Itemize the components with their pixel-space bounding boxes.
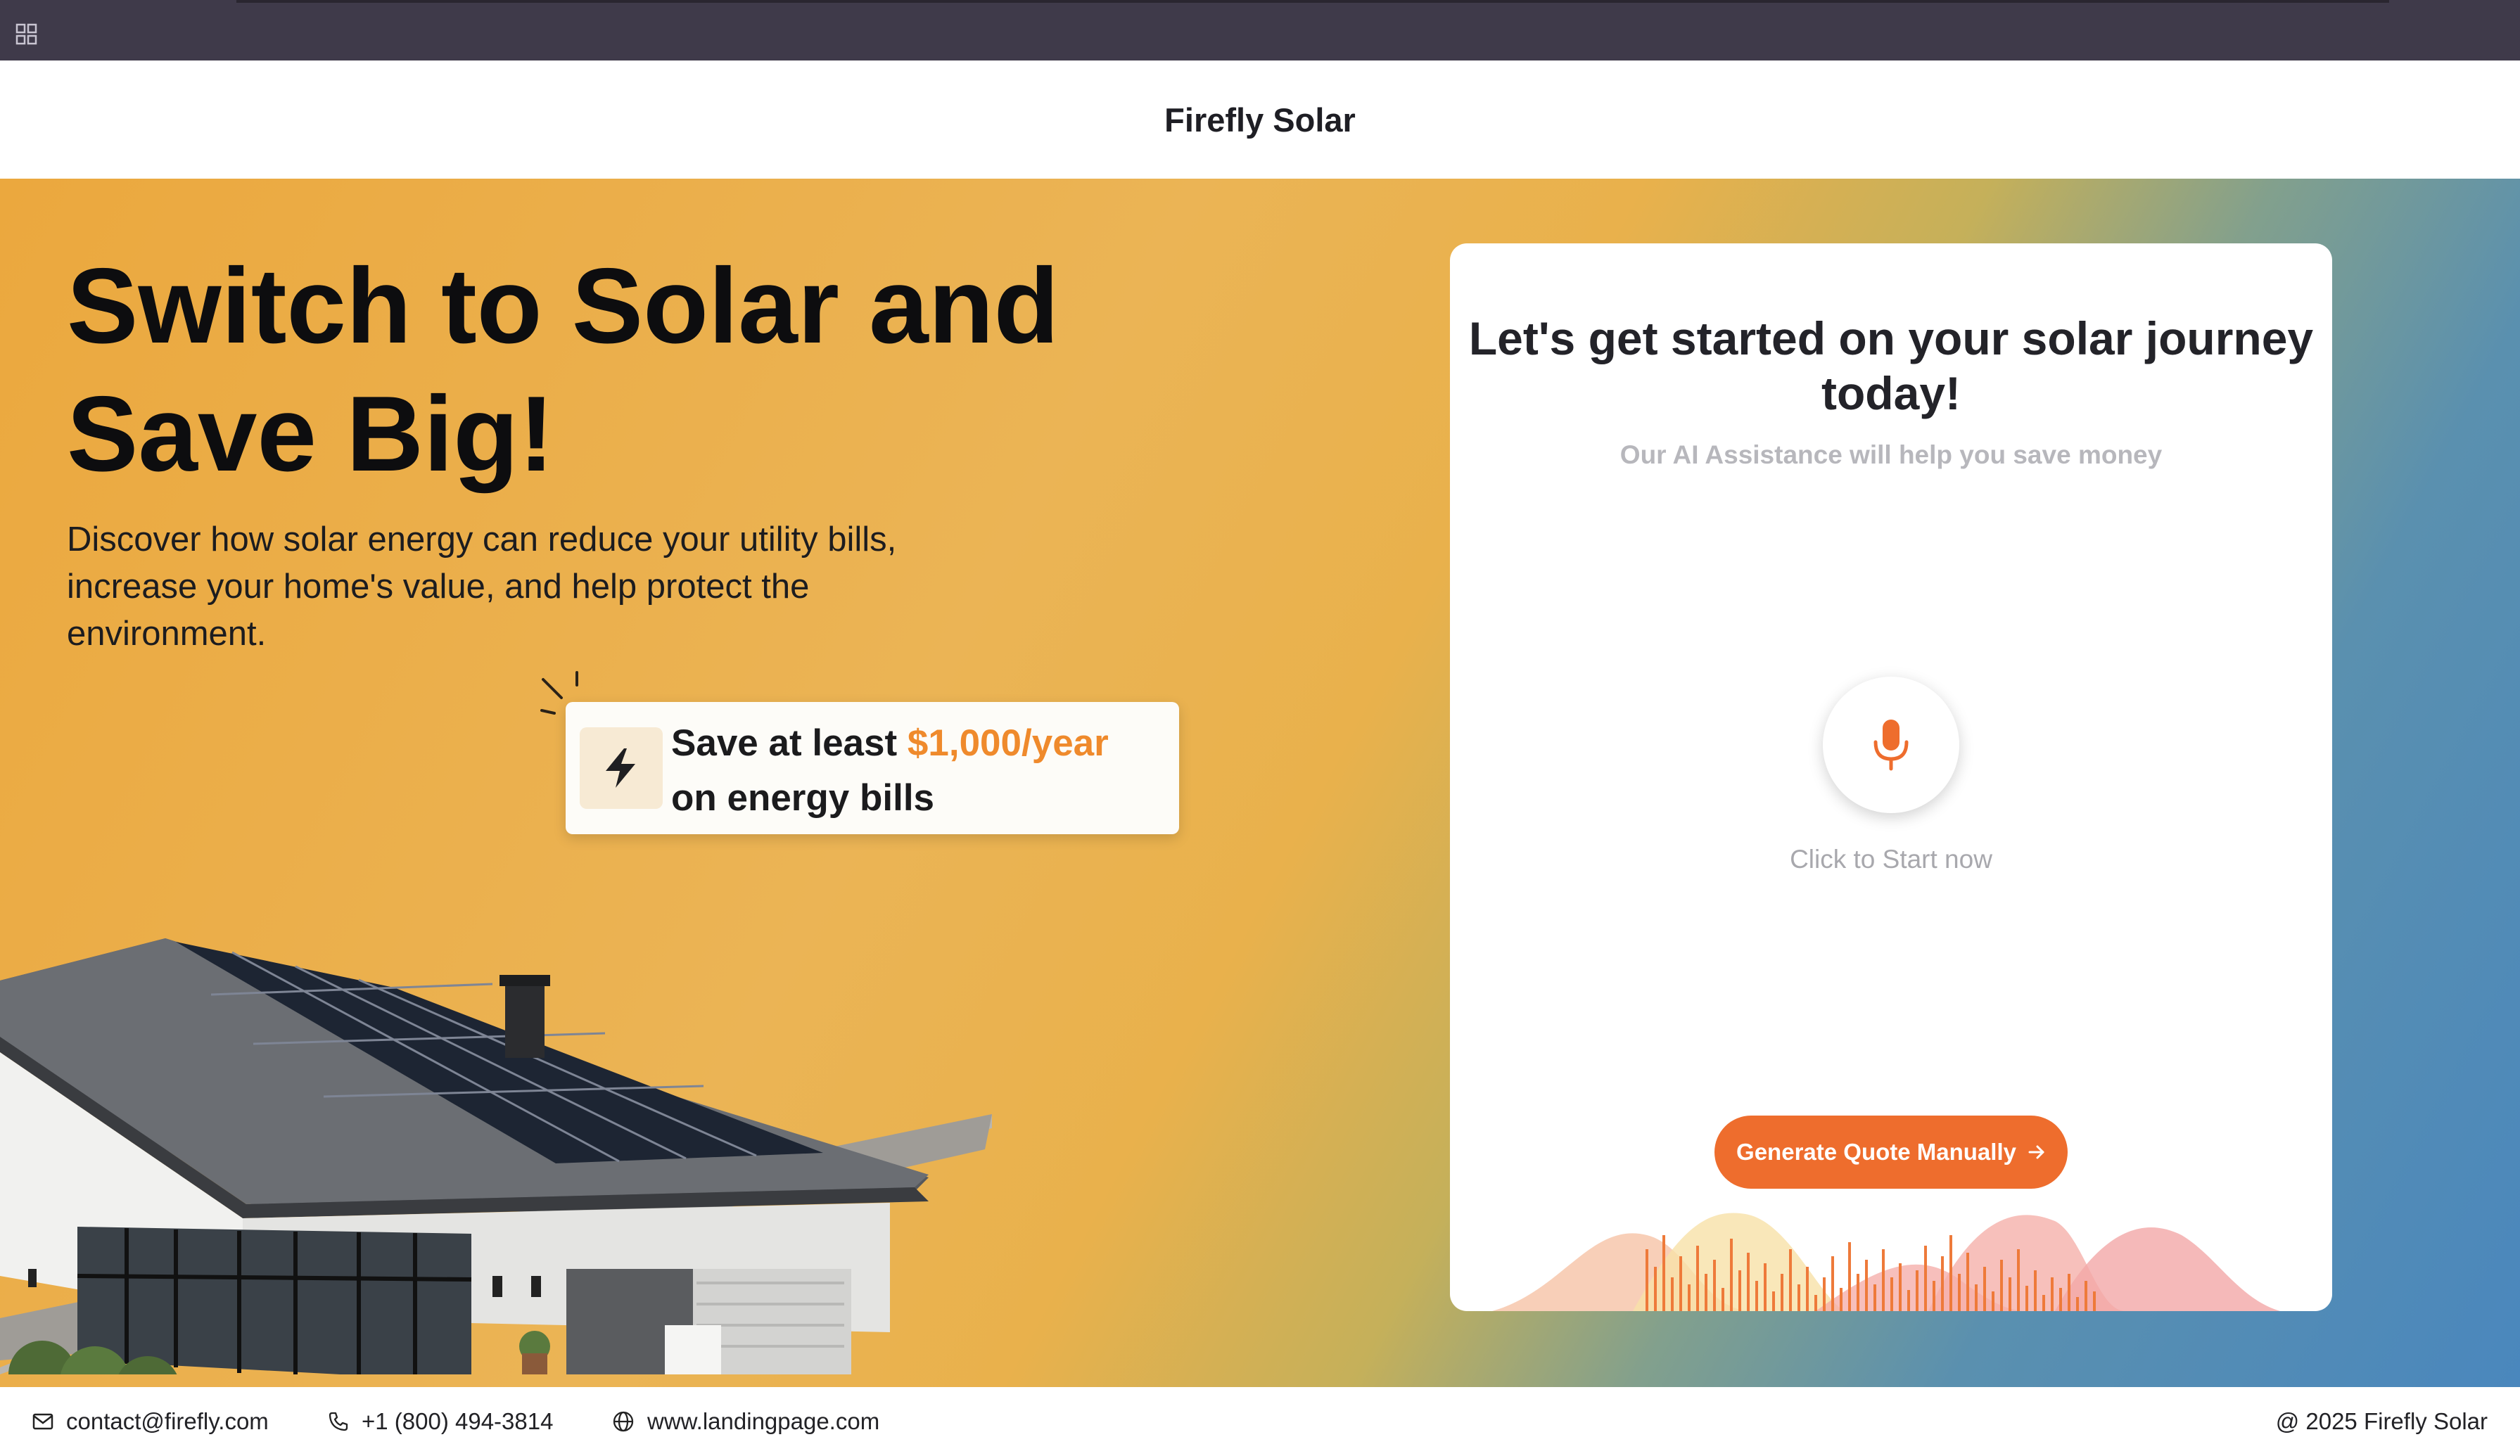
grid-icon[interactable] — [15, 23, 38, 46]
footer-website-text: www.landingpage.com — [647, 1408, 880, 1434]
top-bar — [0, 0, 2520, 60]
phone-icon — [329, 1412, 348, 1431]
hero-subtitle: Discover how solar energy can reduce you… — [67, 521, 897, 653]
card-subtitle: Our AI Assistance will help you save mon… — [1619, 440, 2163, 469]
microphone-button[interactable] — [1823, 677, 1959, 813]
hero-title: Switch to Solar and Save Big! — [67, 246, 1059, 494]
generate-quote-label: Generate Quote Manually — [1736, 1139, 2016, 1165]
savings-text: Save at least $1,000/year on energy bill… — [671, 716, 1178, 826]
lightning-bolt-icon — [606, 748, 635, 788]
brand-name[interactable]: Firefly Solar — [1164, 101, 1356, 139]
footer-phone-text: +1 (800) 494-3814 — [362, 1408, 554, 1434]
card-title: Let's get started on your solar journey … — [1468, 312, 2314, 419]
footer-email[interactable]: contact@firefly.com — [32, 1387, 269, 1456]
globe-icon — [613, 1411, 634, 1432]
hero-section: Switch to Solar and Save Big! Discover h… — [0, 179, 2520, 1387]
savings-text-prefix: Save at least — [671, 722, 908, 764]
footer-email-text: contact@firefly.com — [66, 1408, 269, 1434]
assistant-card: Let's get started on your solar journey … — [1450, 243, 2332, 1311]
top-bar-strip — [236, 0, 2389, 3]
savings-text-suffix: on energy bills — [671, 777, 935, 819]
mail-icon — [32, 1413, 53, 1430]
mic-label: Click to Start now — [1790, 845, 1992, 874]
bolt-icon-box — [580, 727, 663, 809]
footer-copyright: @ 2025 Firefly Solar — [2275, 1408, 2488, 1434]
site-header: Firefly Solar — [0, 60, 2520, 179]
audio-waveform — [1492, 1213, 2280, 1311]
arrow-right-icon — [2028, 1145, 2044, 1159]
savings-amount: $1,000/year — [907, 722, 1109, 764]
footer-phone[interactable]: +1 (800) 494-3814 — [328, 1387, 553, 1456]
savings-callout: Save at least $1,000/year on energy bill… — [566, 702, 1179, 834]
microphone-icon — [1873, 720, 1909, 771]
site-footer: contact@firefly.com +1 (800) 494-3814 ww… — [0, 1387, 2520, 1456]
solar-house-illustration — [0, 938, 992, 1374]
footer-website[interactable]: www.landingpage.com — [612, 1387, 879, 1456]
generate-quote-button[interactable]: Generate Quote Manually — [1714, 1116, 2068, 1189]
